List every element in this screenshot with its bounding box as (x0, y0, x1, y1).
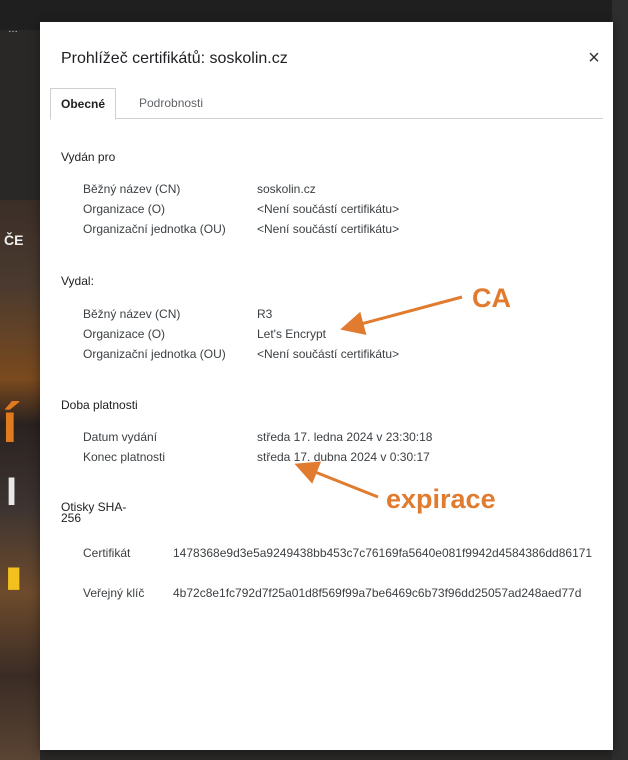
field-label: Organizační jednotka (OU) (83, 347, 226, 361)
field-label: Konec platnosti (83, 450, 166, 464)
field-value: Let's Encrypt (257, 327, 326, 341)
field-value: 1478368e9d3e5a9249438bb453c7c76169fa5640… (173, 546, 593, 560)
dialog-title: Prohlížeč certifikátů: soskolin.cz (61, 50, 288, 67)
field-label: Certifikát (83, 546, 131, 560)
field-label: Organizační jednotka (OU) (83, 222, 226, 236)
background-graphic: í (2, 391, 18, 454)
background-graphic: ▮ (6, 561, 22, 592)
field-value: 4b72c8e1fc792d7f25a01d8f569f99a7be6469c6… (173, 586, 582, 600)
expiration-annotation-label: expirace (386, 484, 496, 514)
tab-bar: Obecné Podrobnosti (50, 88, 603, 120)
certificate-viewer-dialog: Prohlížeč certifikátů: soskolin.cz × Obe… (40, 22, 613, 750)
field-label: Datum vydání (83, 430, 158, 444)
field-label: Běžný název (CN) (83, 182, 181, 196)
field-value: R3 (257, 307, 273, 321)
field-value: středa 17. ledna 2024 v 23:30:18 (257, 430, 433, 444)
close-icon[interactable]: × (584, 48, 604, 68)
field-value: středa 17. dubna 2024 v 0:30:17 (257, 450, 430, 464)
field-label: Organizace (O) (83, 202, 166, 216)
tab-general[interactable]: Obecné (50, 88, 117, 120)
fingerprints-heading: Otisky SHA-256 (61, 500, 127, 525)
validity-heading: Doba platnosti (61, 398, 138, 412)
background-graphic: I (6, 470, 18, 514)
issued-to-heading: Vydán pro (61, 150, 116, 164)
field-value: <Není součástí certifikátu> (257, 347, 400, 361)
field-value: <Není součástí certifikátu> (257, 222, 400, 236)
background-text-fragment: ČE (4, 232, 24, 248)
field-label: Organizace (O) (83, 327, 166, 341)
ca-annotation-label: CA (472, 283, 511, 313)
field-label: Veřejný klíč (83, 586, 145, 600)
field-label: Běžný název (CN) (83, 307, 181, 321)
background-right-edge (612, 0, 628, 760)
field-value: <Není součástí certifikátu> (257, 202, 400, 216)
background-menu-dots: … (8, 24, 18, 35)
tab-details[interactable]: Podrobnosti (129, 88, 213, 117)
field-value: soskolin.cz (257, 182, 316, 196)
issued-by-heading: Vydal: (61, 274, 94, 288)
